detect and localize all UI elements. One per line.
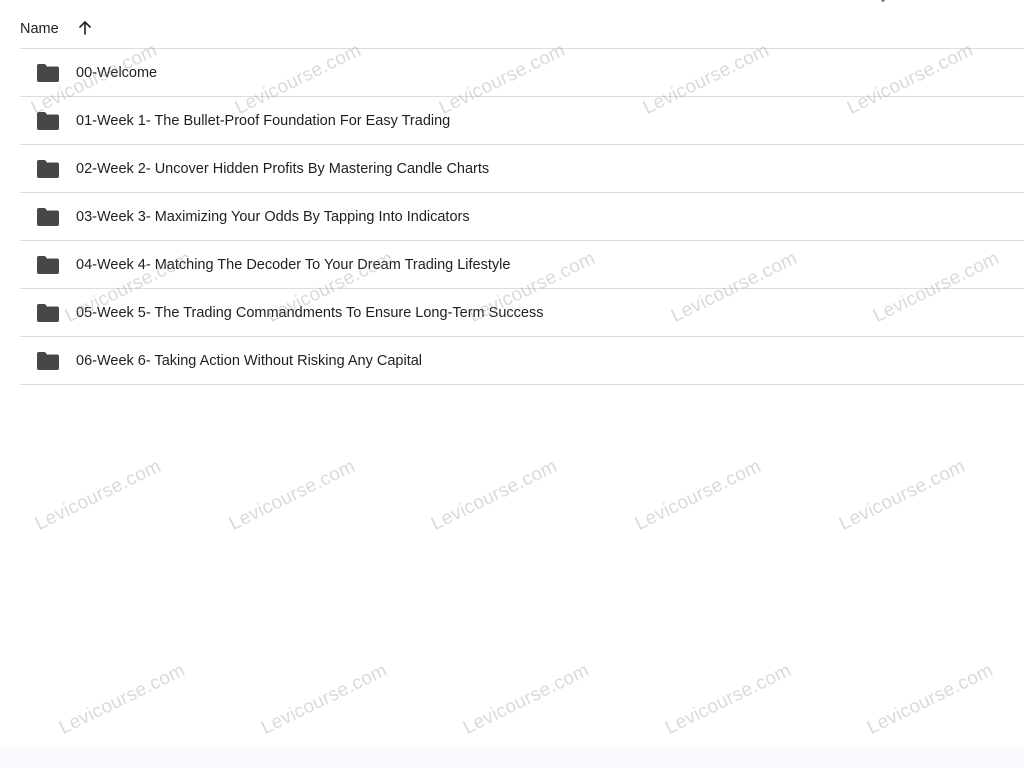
watermark: Levicourse.com xyxy=(662,659,795,739)
watermark: Levicourse.com xyxy=(258,659,391,739)
folder-name: 02-Week 2- Uncover Hidden Profits By Mas… xyxy=(76,160,490,177)
watermark: Levicourse.com xyxy=(864,659,997,739)
folder-icon xyxy=(37,351,59,370)
folder-row[interactable]: 00-Welcome xyxy=(20,49,1024,97)
watermark: Levicourse.com xyxy=(836,455,969,535)
bottom-strip xyxy=(0,748,1024,768)
file-list: 00-Welcome 01-Week 1- The Bullet-Proof F… xyxy=(20,49,1024,385)
watermark: Levicourse.com xyxy=(56,659,189,739)
watermark: Levicourse.com xyxy=(226,455,359,535)
folder-row[interactable]: 02-Week 2- Uncover Hidden Profits By Mas… xyxy=(20,145,1024,193)
folder-row[interactable]: 04-Week 4- Matching The Decoder To Your … xyxy=(20,241,1024,289)
folder-row[interactable]: 06-Week 6- Taking Action Without Risking… xyxy=(20,337,1024,385)
folder-name: 04-Week 4- Matching The Decoder To Your … xyxy=(76,256,511,273)
folder-icon xyxy=(37,111,59,130)
arrow-upward-icon xyxy=(78,21,91,35)
folder-row[interactable]: 01-Week 1- The Bullet-Proof Foundation F… xyxy=(20,97,1024,145)
folder-icon xyxy=(37,255,59,274)
sort-ascending-button[interactable] xyxy=(73,16,97,40)
folder-name: 00-Welcome xyxy=(76,64,158,81)
folder-icon xyxy=(37,303,59,322)
folder-icon xyxy=(37,159,59,178)
folder-row[interactable]: 03-Week 3- Maximizing Your Odds By Tappi… xyxy=(20,193,1024,241)
name-column-header[interactable]: Name xyxy=(20,21,59,37)
folder-icon xyxy=(37,63,59,82)
folder-row[interactable]: 05-Week 5- The Trading Commandments To E… xyxy=(20,289,1024,337)
watermark: Levicourse.com xyxy=(460,659,593,739)
folder-name: 05-Week 5- The Trading Commandments To E… xyxy=(76,304,544,321)
file-browser-page: ↯ Name 00-Welcome 01-Week 1- The Bullet-… xyxy=(0,0,1024,768)
watermark: Levicourse.com xyxy=(32,455,165,535)
folder-name: 03-Week 3- Maximizing Your Odds By Tappi… xyxy=(76,208,470,225)
watermark: Levicourse.com xyxy=(632,455,765,535)
folder-name: 06-Week 6- Taking Action Without Risking… xyxy=(76,352,423,369)
folder-name: 01-Week 1- The Bullet-Proof Foundation F… xyxy=(76,112,451,129)
folder-icon xyxy=(37,207,59,226)
watermark: Levicourse.com xyxy=(428,455,561,535)
list-header: Name xyxy=(20,0,1024,49)
